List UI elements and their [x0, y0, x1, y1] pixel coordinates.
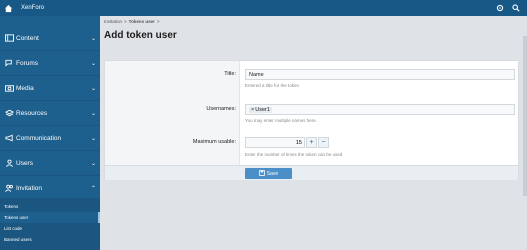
- usernames-input[interactable]: × User1: [245, 104, 515, 115]
- sidebar-item-media[interactable]: Media ⌄: [0, 76, 100, 101]
- usernames-hint: You may enter multiple names here.: [245, 118, 317, 123]
- increment-button[interactable]: +: [306, 137, 317, 148]
- token-form: Title: Name Entered a title for the toke…: [104, 60, 519, 180]
- save-button[interactable]: Save: [245, 168, 292, 179]
- maximum-usable-label: Maximum usable:: [192, 139, 236, 145]
- sidebar: Content ⌄ Forums ⌄ Media ⌄ Resources ⌄ C…: [0, 16, 100, 250]
- breadcrumb-separator: >: [124, 19, 127, 24]
- top-bar: XenForo: [0, 0, 527, 16]
- page-scrollbar[interactable]: [523, 16, 527, 250]
- invitation-submenu: Tokens Tokens user List code Banned user…: [0, 198, 100, 250]
- settings-icon[interactable]: [495, 3, 505, 13]
- users-icon: [4, 183, 14, 193]
- sidebar-item-label: Invitation: [16, 184, 43, 192]
- submenu-item-tokens-user[interactable]: Tokens user: [0, 212, 100, 223]
- resources-icon: [4, 108, 14, 118]
- breadcrumb-tokens-user[interactable]: Tokens user: [129, 19, 155, 24]
- breadcrumb-separator: >: [156, 19, 160, 24]
- submit-row: Save: [105, 165, 518, 180]
- label-column: [105, 61, 240, 165]
- chevron-down-icon: ⌄: [90, 60, 96, 67]
- user-icon: [4, 158, 14, 168]
- usernames-label: Usernames:: [206, 106, 236, 112]
- save-icon: [258, 169, 265, 178]
- title-input[interactable]: Name: [245, 69, 515, 80]
- scrollbar-thumb[interactable]: [523, 36, 527, 196]
- username-token-label: User1: [255, 106, 270, 113]
- chevron-down-icon: ⌄: [90, 110, 96, 117]
- sidebar-item-resources[interactable]: Resources ⌄: [0, 101, 100, 126]
- search-icon[interactable]: [511, 3, 521, 13]
- maximum-usable-input[interactable]: 15: [245, 137, 305, 148]
- sidebar-item-content[interactable]: Content ⌄: [0, 26, 100, 51]
- chevron-down-icon: ⌄: [90, 135, 96, 142]
- submenu-item-banned-users[interactable]: Banned users: [0, 234, 100, 245]
- decrement-button[interactable]: −: [318, 137, 329, 148]
- sidebar-item-label: Users: [16, 159, 33, 167]
- megaphone-icon: [4, 133, 14, 143]
- chevron-down-icon: ⌄: [90, 160, 96, 167]
- sidebar-item-label: Forums: [16, 59, 39, 67]
- main-content: Invitation > Tokens user > Add token use…: [100, 16, 527, 250]
- title-label: Title:: [224, 71, 236, 77]
- breadcrumb-invitation[interactable]: Invitation: [104, 19, 122, 24]
- brand-name[interactable]: XenForo: [21, 5, 44, 11]
- sidebar-item-label: Content: [16, 34, 39, 42]
- breadcrumb: Invitation > Tokens user >: [104, 19, 159, 24]
- submenu-item-list-code[interactable]: List code: [0, 223, 100, 234]
- content-icon: [4, 33, 14, 43]
- sidebar-item-label: Communication: [16, 134, 62, 142]
- submenu-item-tokens[interactable]: Tokens: [0, 201, 100, 212]
- sidebar-item-forums[interactable]: Forums ⌄: [0, 51, 100, 76]
- home-icon[interactable]: [0, 0, 16, 16]
- maximum-usable-hint: Enter the number of times the token can …: [245, 152, 343, 157]
- title-hint: Entered a title for the token: [245, 83, 300, 88]
- sidebar-item-users[interactable]: Users ⌄: [0, 151, 100, 176]
- sidebar-item-communication[interactable]: Communication ⌄: [0, 126, 100, 151]
- username-token[interactable]: × User1: [249, 106, 272, 113]
- save-button-label: Save: [266, 170, 279, 177]
- page-title: Add token user: [104, 30, 177, 41]
- sidebar-item-label: Media: [16, 84, 34, 92]
- chevron-up-icon: ⌃: [90, 185, 96, 192]
- chevron-down-icon: ⌄: [90, 85, 96, 92]
- sidebar-item-label: Resources: [16, 109, 48, 117]
- camera-icon: [4, 83, 14, 93]
- chevron-down-icon: ⌄: [90, 35, 96, 42]
- forums-icon: [4, 58, 14, 68]
- remove-token-icon[interactable]: ×: [251, 107, 254, 113]
